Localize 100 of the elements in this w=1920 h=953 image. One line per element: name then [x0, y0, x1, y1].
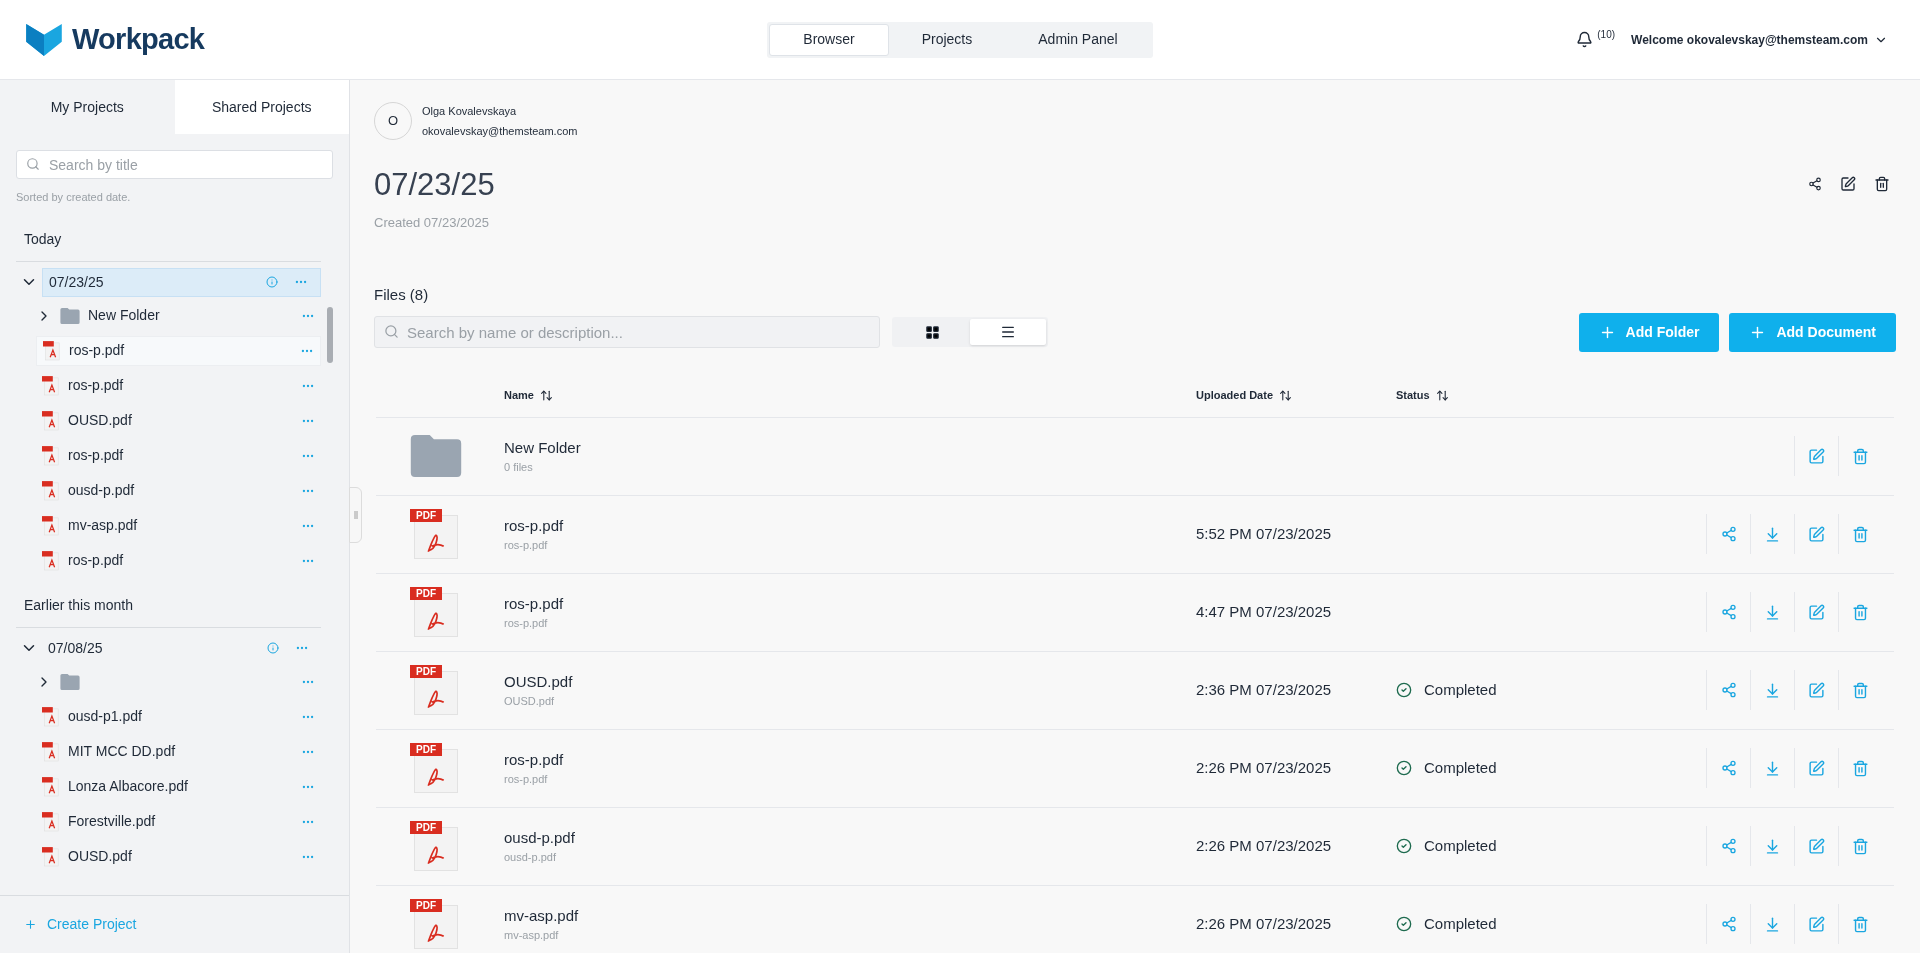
file-subtitle: OUSD.pdf: [504, 694, 555, 709]
owner-name: Olga Kovalevskaya: [422, 103, 518, 119]
section-heading: Earlier this month: [24, 595, 133, 615]
sort-note: Sorted by created date.: [16, 190, 131, 205]
logo-icon: [26, 23, 62, 56]
file-subtitle: ros-p.pdf: [504, 616, 548, 631]
download-icon[interactable]: [1764, 759, 1781, 777]
pdf-file-icon: [42, 445, 60, 466]
completed-icon: [1396, 760, 1412, 776]
pdf-file-icon: [42, 410, 60, 431]
folder-icon: [410, 435, 462, 477]
created-date: Created 07/23/2025: [374, 213, 489, 232]
files-count: Files (8): [374, 285, 429, 305]
file-item[interactable]: ros-p.pdf: [36, 545, 321, 576]
file-name[interactable]: OUSD.pdf: [504, 670, 573, 693]
file-name[interactable]: ros-p.pdf: [504, 592, 564, 615]
sidebar-tab[interactable]: My Projects: [0, 80, 175, 134]
file-subtitle: mv-asp.pdf: [504, 928, 559, 943]
list-view-button[interactable]: [970, 319, 1046, 345]
search-field[interactable]: Search by title: [16, 150, 333, 179]
uploaded-date: 4:47 PM 07/23/2025: [1196, 603, 1332, 620]
pdf-file-icon: [42, 550, 60, 571]
user-menu-button[interactable]: Welcome okovalevskay@themsteam.com: [1631, 30, 1888, 49]
download-icon[interactable]: [1764, 837, 1781, 855]
folder-icon: [60, 673, 80, 690]
file-item[interactable]: ros-p.pdf: [36, 370, 321, 401]
uploaded-date: 2:26 PM 07/23/2025: [1196, 759, 1332, 776]
file-subtitle: ousd-p.pdf: [504, 850, 556, 865]
file-item[interactable]: ros-p.pdf: [36, 440, 321, 471]
file-name[interactable]: mv-asp.pdf: [504, 904, 579, 927]
file-item[interactable]: Lonza Albacore.pdf: [36, 771, 321, 802]
completed-icon: [1396, 838, 1412, 854]
file-item[interactable]: OUSD.pdf: [36, 841, 321, 872]
completed-icon: [1396, 916, 1412, 932]
pdf-file-icon: [42, 846, 60, 867]
nav-tab[interactable]: Browser: [769, 23, 889, 56]
file-name[interactable]: ousd-p.pdf: [504, 826, 575, 849]
download-icon[interactable]: [1764, 525, 1781, 543]
project-title: 07/23/25: [374, 166, 495, 204]
download-icon[interactable]: [1764, 681, 1781, 699]
project-item[interactable]: 07/23/25: [42, 267, 321, 297]
file-item[interactable]: ousd-p.pdf: [36, 475, 321, 506]
file-item[interactable]: Forestville.pdf: [36, 806, 321, 837]
file-item[interactable]: mv-asp.pdf: [36, 510, 321, 541]
uploaded-date: 2:36 PM 07/23/2025: [1196, 681, 1332, 698]
section-heading: Today: [24, 229, 62, 249]
info-icon[interactable]: [267, 642, 279, 654]
uploaded-date: 2:26 PM 07/23/2025: [1196, 915, 1332, 932]
pdf-file-icon: [42, 776, 60, 797]
logo-text: Workpack: [72, 21, 205, 57]
column-header[interactable]: Status: [1396, 386, 1430, 404]
sort-icon[interactable]: [1279, 388, 1292, 402]
owner-email: okovalevskay@themsteam.com: [422, 124, 578, 139]
nav-tab[interactable]: Projects: [888, 23, 1006, 56]
column-header[interactable]: Uploaded Date: [1196, 386, 1273, 404]
plus-icon: [24, 918, 37, 931]
project-item[interactable]: 07/08/25: [42, 633, 321, 663]
search-icon: [384, 324, 399, 339]
file-name[interactable]: New Folder: [504, 436, 581, 459]
notification-bell-icon[interactable]: [1576, 31, 1594, 48]
pdf-file-icon: [43, 340, 61, 361]
uploaded-date: 5:52 PM 07/23/2025: [1196, 525, 1332, 542]
file-subtitle: 0 files: [504, 460, 533, 475]
scrollbar-thumb[interactable]: [327, 307, 333, 363]
file-item[interactable]: ros-p.pdf: [36, 335, 321, 366]
edit-icon[interactable]: [1840, 176, 1856, 192]
pdf-file-icon: [42, 480, 60, 501]
folder-item[interactable]: New Folder: [36, 300, 321, 331]
pdf-file-icon: [42, 741, 60, 762]
uploaded-date: 2:26 PM 07/23/2025: [1196, 837, 1332, 854]
file-subtitle: ros-p.pdf: [504, 772, 548, 787]
pdf-file-icon: [42, 375, 60, 396]
file-name[interactable]: ros-p.pdf: [504, 514, 564, 537]
file-subtitle: ros-p.pdf: [504, 538, 548, 553]
status-text: Completed: [1424, 835, 1497, 856]
grid-icon: [924, 324, 940, 340]
nav-tab[interactable]: Admin Panel: [1005, 23, 1151, 56]
completed-icon: [1396, 682, 1412, 698]
sidebar-tab[interactable]: Shared Projects: [174, 80, 349, 134]
file-search-field[interactable]: Search by name or description...: [374, 316, 880, 348]
status-text: Completed: [1424, 913, 1497, 934]
pdf-file-icon: [42, 515, 60, 536]
column-header[interactable]: Name: [504, 386, 534, 404]
file-item[interactable]: MIT MCC DD.pdf: [36, 736, 321, 767]
share-icon[interactable]: [1808, 177, 1822, 191]
list-icon: [1000, 324, 1016, 340]
sort-icon[interactable]: [1435, 388, 1449, 402]
download-icon[interactable]: [1764, 603, 1781, 621]
pdf-file-icon: [42, 811, 60, 832]
file-name[interactable]: ros-p.pdf: [504, 748, 564, 771]
download-icon[interactable]: [1764, 915, 1781, 933]
resize-handle[interactable]: [349, 487, 362, 543]
file-item[interactable]: ousd-p1.pdf: [36, 701, 321, 732]
file-item[interactable]: OUSD.pdf: [36, 405, 321, 436]
delete-icon[interactable]: [1874, 176, 1890, 192]
sort-icon[interactable]: [539, 388, 553, 402]
status-text: Completed: [1424, 679, 1497, 700]
info-icon[interactable]: [266, 276, 278, 288]
folder-icon: [60, 307, 80, 324]
notification-count: (10): [1597, 28, 1616, 42]
